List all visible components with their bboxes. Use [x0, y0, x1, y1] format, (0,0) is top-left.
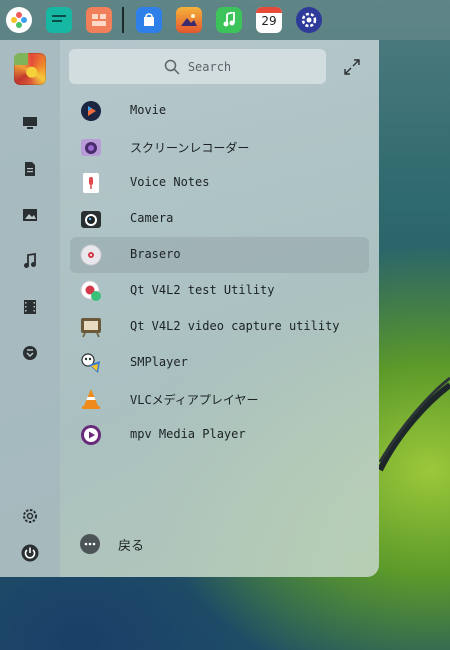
app-item-screen-recorder[interactable]: スクリーンレコーダー — [70, 129, 369, 165]
movie-player-icon — [80, 100, 102, 122]
app-label: Qt V4L2 video capture utility — [130, 319, 340, 333]
app-item-qt-v4l2-test[interactable]: Qt V4L2 test Utility — [70, 273, 369, 309]
smplayer-icon — [80, 352, 102, 374]
app-label: スクリーンレコーダー — [130, 141, 250, 155]
search-placeholder: Search — [187, 59, 232, 74]
taskbar: 29 — [0, 0, 450, 40]
more-dots-icon — [80, 534, 100, 554]
launcher-icon[interactable] — [6, 7, 32, 33]
app-label: VLCメディアプレイヤー — [130, 393, 259, 407]
app-label: Movie — [130, 103, 167, 117]
brasero-disc-icon — [80, 244, 102, 266]
film-icon[interactable] — [21, 298, 39, 316]
power-icon[interactable] — [21, 544, 39, 562]
settings-icon[interactable] — [21, 507, 39, 525]
back-button[interactable]: 戻る — [80, 534, 144, 554]
photos-icon[interactable] — [176, 7, 202, 33]
app-item-qt-v4l2-capture[interactable]: Qt V4L2 video capture utility — [70, 309, 369, 345]
camera-icon — [80, 208, 102, 230]
multitask-view-icon[interactable] — [86, 7, 112, 33]
app-label: mpv Media Player — [130, 427, 246, 441]
music-note-icon[interactable] — [21, 252, 39, 270]
app-label: Voice Notes — [130, 175, 210, 189]
qt-v4l2-test-icon — [80, 280, 102, 302]
monitor-icon[interactable] — [21, 114, 39, 132]
app-label: Camera — [130, 211, 174, 225]
app-item-vlc[interactable]: VLCメディアプレイヤー — [70, 381, 369, 417]
file-manager-icon[interactable] — [46, 7, 72, 33]
calendar-icon[interactable]: 29 — [256, 7, 282, 33]
search-icon — [164, 59, 180, 75]
calendar-day: 29 — [261, 14, 277, 28]
voice-notes-icon — [80, 172, 102, 194]
category-sidebar — [0, 40, 60, 577]
app-list: Movie スクリーンレコーダー Voice Notes Camera Bras… — [70, 93, 369, 453]
app-label: Qt V4L2 test Utility — [130, 283, 275, 297]
app-store-icon[interactable] — [136, 7, 162, 33]
screen-recorder-icon — [80, 136, 102, 158]
back-label: 戻る — [118, 538, 145, 554]
document-icon[interactable] — [21, 160, 39, 178]
image-icon[interactable] — [21, 206, 39, 224]
app-label: SMPlayer — [130, 355, 188, 369]
vlc-icon — [80, 388, 102, 410]
taskbar-separator — [122, 7, 124, 33]
app-item-voice-notes[interactable]: Voice Notes — [70, 165, 369, 201]
app-item-movie[interactable]: Movie — [70, 93, 369, 129]
app-item-brasero[interactable]: Brasero — [70, 237, 369, 273]
download-icon[interactable] — [21, 344, 39, 362]
avatar[interactable] — [14, 53, 46, 85]
app-item-camera[interactable]: Camera — [70, 201, 369, 237]
search-input[interactable]: Search — [69, 49, 326, 84]
fullscreen-expand-icon[interactable] — [343, 58, 361, 76]
music-icon[interactable] — [216, 7, 242, 33]
app-launcher: Search Movie スクリーンレコーダー Voice Notes Came… — [0, 40, 379, 577]
app-label: Brasero — [130, 247, 181, 261]
app-item-smplayer[interactable]: SMPlayer — [70, 345, 369, 381]
app-item-mpv[interactable]: mpv Media Player — [70, 417, 369, 453]
mpv-icon — [80, 424, 102, 446]
qt-v4l2-capture-icon — [80, 316, 102, 338]
settings-icon[interactable] — [296, 7, 322, 33]
